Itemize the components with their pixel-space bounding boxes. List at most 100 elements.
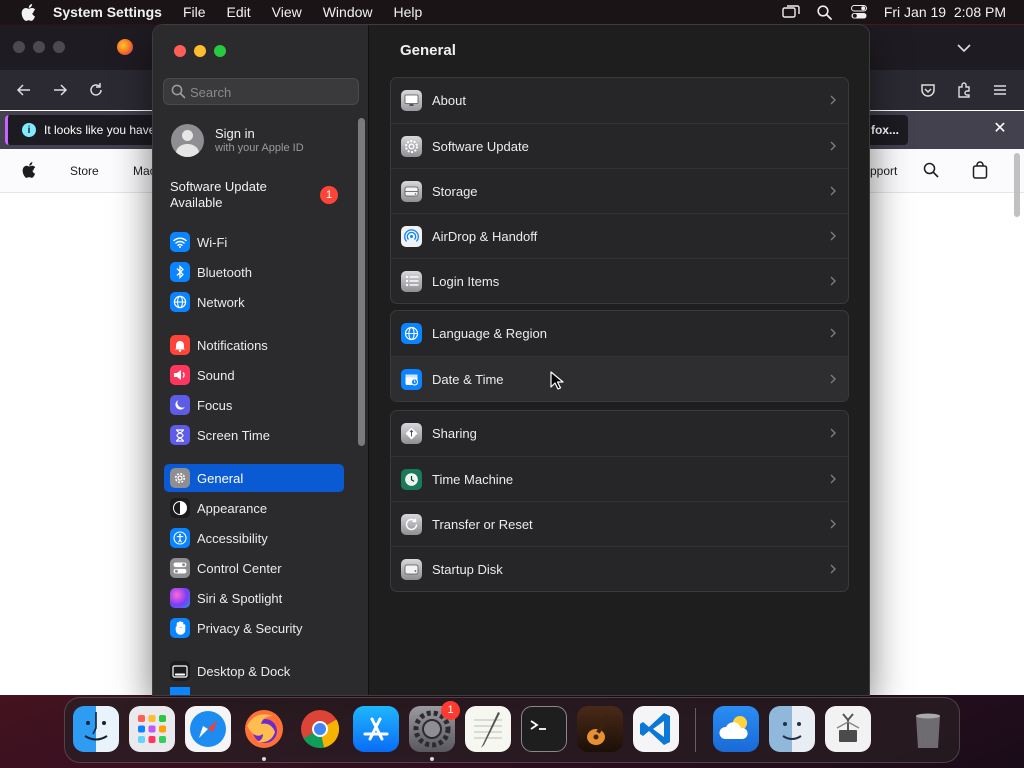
sidebar-item-general[interactable]: General — [164, 464, 344, 492]
minimize-window-button[interactable] — [194, 45, 206, 57]
row-language-region[interactable]: Language & Region — [391, 311, 848, 356]
reload-icon[interactable] — [87, 81, 105, 99]
signin-subtitle: with your Apple ID — [215, 142, 304, 154]
sidebar-item-control-center[interactable]: Control Center — [164, 554, 344, 582]
row-airdrop-handoff[interactable]: AirDrop & Handoff — [391, 213, 848, 258]
help-menu[interactable]: Help — [394, 4, 423, 20]
settings-group-3: Sharing Time Machine Transfer or Reset S… — [390, 410, 849, 592]
spotlight-search-icon[interactable] — [816, 3, 834, 21]
zoom-window-button[interactable] — [214, 45, 226, 57]
pocket-icon[interactable] — [919, 81, 937, 99]
dock-finder-icon[interactable] — [73, 706, 119, 752]
sidebar-item-label: Privacy & Security — [197, 620, 303, 636]
app-menu[interactable]: System Settings — [53, 4, 162, 20]
close-window-button[interactable] — [174, 45, 186, 57]
row-date-time[interactable]: Date & Time — [391, 356, 848, 401]
window-zoom-button[interactable] — [53, 41, 65, 53]
sidebar-item-desktop-dock[interactable]: Desktop & Dock — [164, 657, 344, 685]
dock-safari-icon[interactable] — [185, 706, 231, 752]
window-minimize-button[interactable] — [33, 41, 45, 53]
sidebar-item-notifications[interactable]: Notifications — [164, 331, 344, 359]
tab-list-chevron-icon[interactable] — [955, 39, 973, 57]
back-arrow-icon[interactable] — [15, 81, 33, 99]
nav-support-link[interactable]: pport — [870, 164, 897, 178]
dock: 1 — [64, 697, 960, 763]
airdrop-icon — [401, 225, 422, 247]
row-about[interactable]: About — [391, 78, 848, 123]
window-close-button[interactable] — [13, 41, 25, 53]
apple-id-signin[interactable]: Sign in with your Apple ID — [171, 122, 304, 158]
nav-store-link[interactable]: Store — [70, 164, 99, 178]
settings-sidebar: Sign in with your Apple ID Software Upda… — [153, 25, 369, 695]
row-login-items[interactable]: Login Items — [391, 258, 848, 303]
hamburger-menu-icon[interactable] — [991, 81, 1009, 99]
info-icon: i — [22, 123, 36, 137]
page-scrollbar[interactable] — [1012, 149, 1022, 695]
extensions-icon[interactable] — [955, 81, 973, 99]
dock-vscode-icon[interactable] — [633, 706, 679, 752]
sidebar-item-accessibility[interactable]: Accessibility — [164, 524, 344, 552]
notification-close-icon[interactable]: ✕ — [992, 121, 1008, 137]
chevron-right-icon — [829, 140, 837, 152]
sidebar-item-sound[interactable]: Sound — [164, 361, 344, 389]
page-title: General — [400, 42, 456, 59]
dock-system-information-icon[interactable] — [825, 706, 871, 752]
sidebar-item-wifi[interactable]: Wi-Fi — [164, 228, 344, 256]
window-menu[interactable]: Window — [323, 4, 373, 20]
file-menu[interactable]: File — [183, 4, 206, 20]
software-update-available-item[interactable]: Software Update Available 1 — [170, 179, 350, 211]
shopping-bag-icon[interactable] — [972, 161, 988, 182]
reset-icon — [401, 513, 422, 535]
forward-arrow-icon[interactable] — [51, 81, 69, 99]
settings-group-2: Language & Region Date & Time — [390, 310, 849, 402]
dock-app-store-icon[interactable] — [353, 706, 399, 752]
time-machine-icon — [401, 468, 422, 490]
notification-text: It looks like you have — [44, 123, 155, 137]
dock-garageband-icon[interactable] — [577, 706, 623, 752]
sidebar-item-partial[interactable] — [164, 687, 344, 695]
view-menu[interactable]: View — [272, 4, 302, 20]
chevron-right-icon — [829, 230, 837, 242]
sharing-icon — [401, 423, 422, 444]
row-startup-disk[interactable]: Startup Disk — [391, 546, 848, 591]
screen-mirroring-icon[interactable] — [782, 3, 800, 21]
dock-icon — [170, 661, 190, 681]
general-pane: General About Software Update Storage Ai… — [370, 25, 869, 695]
apple-logo-icon[interactable] — [22, 162, 36, 181]
row-time-machine[interactable]: Time Machine — [391, 456, 848, 501]
dock-textedit-icon[interactable] — [465, 706, 511, 752]
sidebar-scrollbar[interactable] — [358, 118, 365, 446]
network-globe-icon — [170, 292, 190, 312]
dock-trash-icon[interactable] — [905, 706, 951, 752]
sidebar-item-screen-time[interactable]: Screen Time — [164, 421, 344, 449]
search-input[interactable] — [190, 82, 350, 102]
control-center-icon[interactable] — [850, 3, 868, 21]
sidebar-item-bluetooth[interactable]: Bluetooth — [164, 258, 344, 286]
dock-launchpad-icon[interactable] — [129, 706, 175, 752]
dock-weather-icon[interactable] — [713, 706, 759, 752]
mouse-cursor-icon — [550, 371, 564, 390]
sidebar-item-network[interactable]: Network — [164, 288, 344, 316]
row-label: Transfer or Reset — [432, 516, 533, 532]
dock-migration-assistant-icon[interactable] — [769, 706, 815, 752]
sidebar-item-appearance[interactable]: Appearance — [164, 494, 344, 522]
edit-menu[interactable]: Edit — [227, 4, 251, 20]
row-label: Startup Disk — [432, 561, 503, 577]
sidebar-item-focus[interactable]: Focus — [164, 391, 344, 419]
row-storage[interactable]: Storage — [391, 168, 848, 213]
site-search-icon[interactable] — [923, 162, 939, 181]
row-transfer-reset[interactable]: Transfer or Reset — [391, 501, 848, 546]
page-scrollbar-thumb[interactable] — [1014, 153, 1020, 217]
apple-menu-icon[interactable] — [17, 1, 39, 23]
notification-message: i It looks like you have — [5, 115, 155, 145]
sidebar-item-siri-spotlight[interactable]: Siri & Spotlight — [164, 584, 344, 612]
dock-terminal-icon[interactable] — [521, 706, 567, 752]
dock-firefox-icon[interactable] — [241, 706, 287, 752]
bluetooth-icon — [170, 262, 190, 282]
dock-chrome-icon[interactable] — [297, 706, 343, 752]
sidebar-item-privacy-security[interactable]: Privacy & Security — [164, 614, 344, 642]
row-software-update[interactable]: Software Update — [391, 123, 848, 168]
firefox-tab-icon[interactable] — [117, 39, 133, 55]
row-sharing[interactable]: Sharing — [391, 411, 848, 456]
menubar-clock[interactable]: Fri Jan 19 2:08 PM — [884, 4, 1006, 20]
